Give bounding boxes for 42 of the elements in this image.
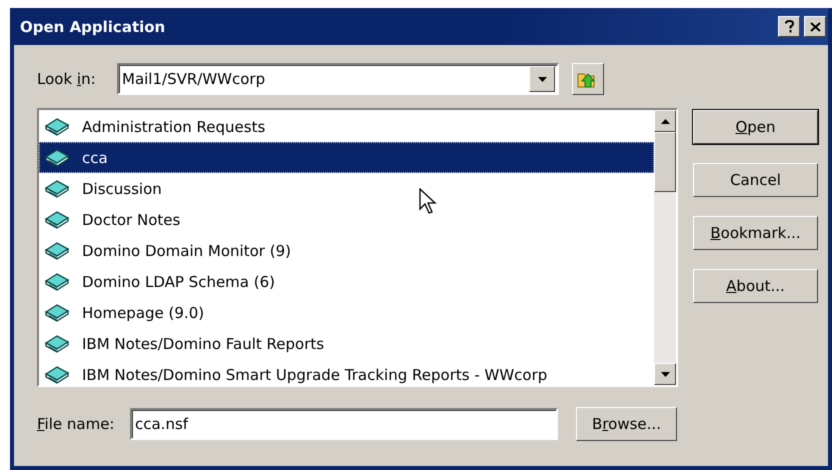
book-icon — [44, 210, 70, 230]
dropdown-button[interactable] — [529, 66, 555, 92]
dialog-button[interactable]: Open — [693, 110, 818, 144]
help-icon — [784, 20, 794, 33]
dialog-button[interactable]: Bookmark... — [693, 216, 818, 250]
database-item[interactable]: Discussion — [39, 173, 654, 204]
look-in-label: Look in: — [37, 70, 97, 88]
database-item[interactable]: Administration Requests — [39, 111, 654, 142]
database-item[interactable]: Domino Domain Monitor (9) — [39, 235, 654, 266]
up-folder-button[interactable] — [572, 63, 604, 95]
caret-icon — [538, 76, 546, 82]
window-title: Open Application — [20, 18, 166, 36]
book-icon — [44, 240, 70, 260]
book-icon — [44, 272, 70, 292]
close-button[interactable] — [804, 16, 826, 37]
book-icon — [44, 148, 70, 168]
database-item[interactable]: Doctor Notes — [39, 204, 654, 235]
mouse-pointer-icon — [419, 188, 439, 216]
file-name-label: File name: — [37, 415, 116, 433]
scroll-down-button[interactable] — [654, 363, 676, 385]
browse-button[interactable]: Browse... — [576, 407, 677, 441]
book-icon — [44, 302, 70, 322]
database-item[interactable]: Homepage (9.0) — [39, 297, 654, 328]
scroll-up-button[interactable] — [654, 110, 676, 132]
book-icon — [44, 334, 70, 354]
database-item[interactable]: cca — [39, 142, 654, 173]
look-in-dropdown[interactable]: Mail1/SVR/WWcorp — [117, 63, 559, 95]
help-button[interactable] — [778, 16, 800, 37]
close-icon — [810, 22, 820, 32]
database-item[interactable]: Domino LDAP Schema (6) — [39, 266, 654, 297]
book-icon — [44, 364, 70, 384]
dialog-button[interactable]: Cancel — [693, 163, 818, 197]
scrollbar[interactable] — [654, 110, 676, 385]
database-item[interactable]: IBM Notes/Domino Fault Reports — [39, 328, 654, 359]
book-icon — [44, 116, 70, 136]
database-item[interactable]: IBM Notes/Domino Smart Upgrade Tracking Reports - WWcorp — [39, 359, 654, 385]
scroll-thumb[interactable] — [654, 132, 676, 192]
down-arrow-icon — [660, 372, 670, 376]
up-arrow-icon — [660, 118, 670, 124]
dialog-button[interactable]: About... — [693, 269, 818, 303]
file-name-field[interactable]: cca.nsf — [130, 408, 558, 440]
book-icon — [44, 178, 70, 198]
